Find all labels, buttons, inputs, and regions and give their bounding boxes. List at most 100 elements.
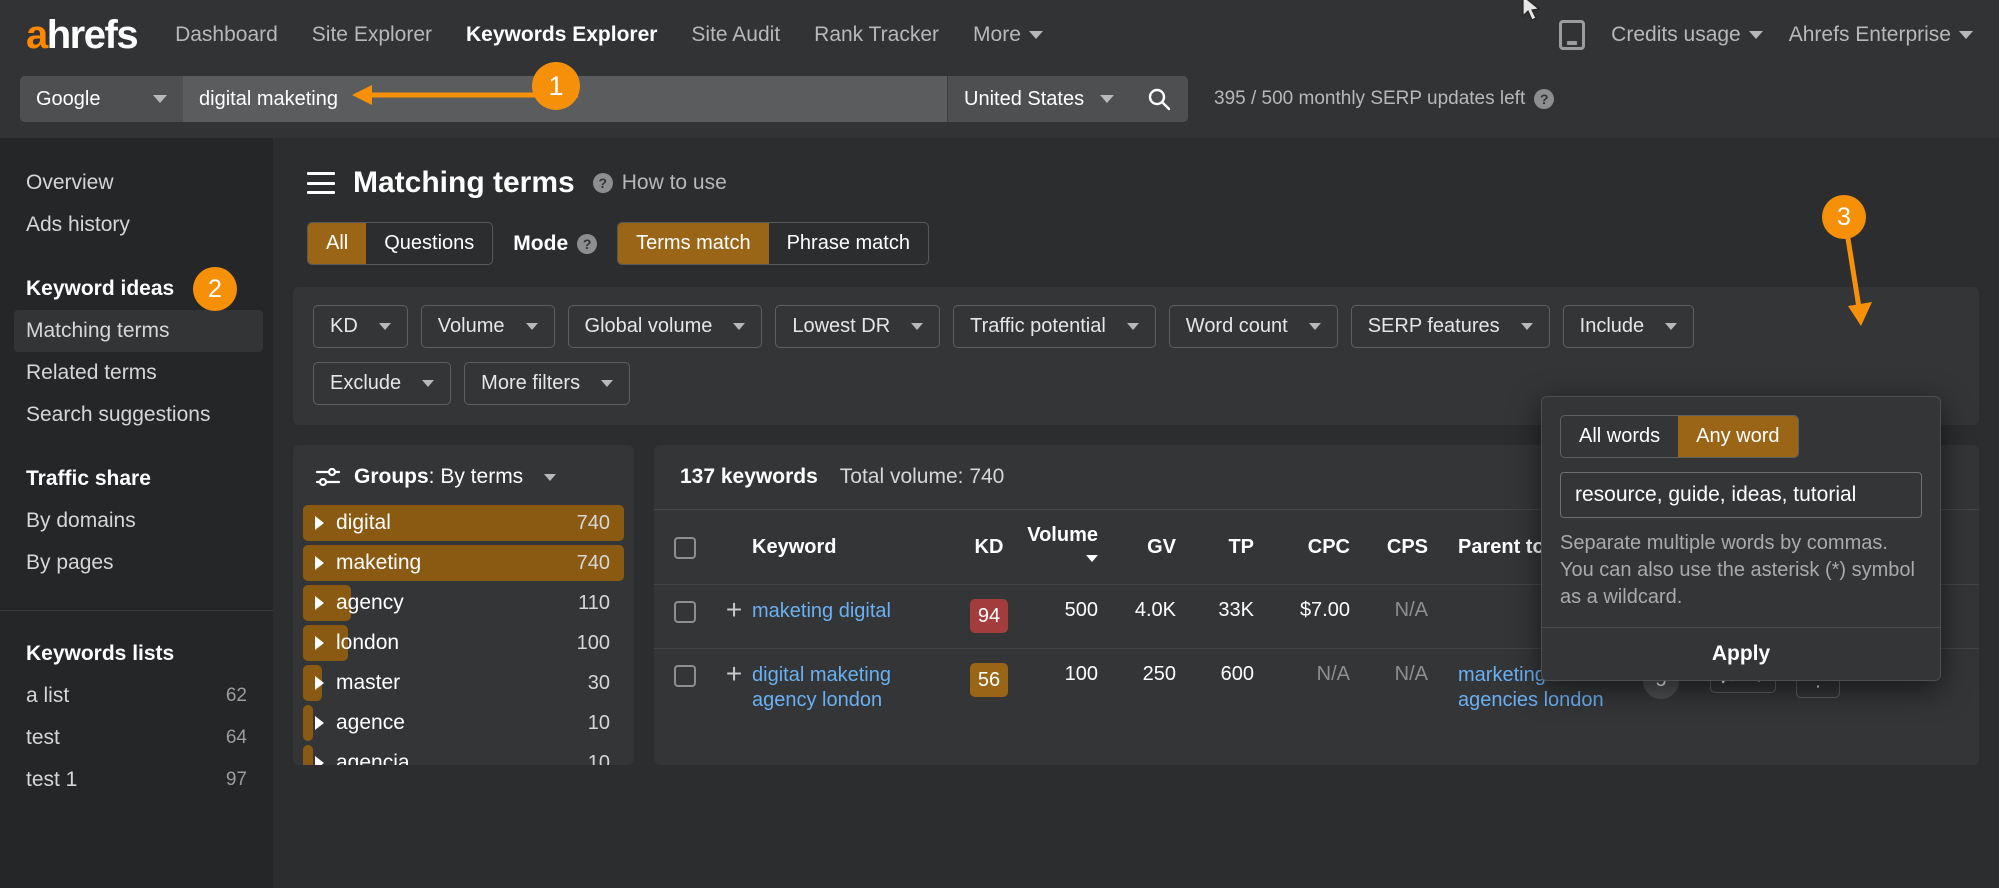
expand-triangle-icon[interactable] [315, 676, 324, 690]
include-words-input[interactable]: resource, guide, ideas, tutorial [1560, 472, 1922, 518]
group-item[interactable]: maketing 740 [303, 543, 624, 583]
group-count: 30 [587, 671, 610, 694]
column-header-tp[interactable]: TP [1182, 536, 1260, 559]
nav-link-dashboard[interactable]: Dashboard [175, 23, 278, 47]
credits-usage-menu[interactable]: Credits usage [1611, 23, 1763, 47]
cell-kd: 94 [952, 599, 1026, 633]
help-icon[interactable]: ? [1534, 89, 1555, 109]
sidebar-item-matching-terms[interactable]: Matching terms [14, 310, 263, 352]
expand-triangle-icon[interactable] [315, 756, 324, 765]
include-mode-any-word[interactable]: Any word [1678, 416, 1798, 457]
cell-tp: 33K [1218, 599, 1254, 621]
group-item[interactable]: london 100 [303, 623, 624, 663]
sidebar-item-ads-history[interactable]: Ads history [0, 204, 273, 246]
sidebar-item-by-domains[interactable]: By domains [0, 500, 273, 542]
group-item[interactable]: agencia 10 [303, 743, 624, 765]
groups-mode-select[interactable]: Groups: By terms [293, 465, 634, 503]
expand-triangle-icon[interactable] [315, 716, 324, 730]
country-select[interactable]: United States [947, 76, 1130, 122]
expand-triangle-icon[interactable] [315, 516, 324, 530]
tab-phrase-match[interactable]: Phrase match [769, 223, 928, 264]
include-apply-button[interactable]: Apply [1542, 627, 1940, 680]
filter-more-filters-button[interactable]: More filters [464, 362, 631, 405]
search-query-input[interactable]: digital maketing [183, 76, 947, 122]
sidebar-toggle-icon[interactable] [307, 172, 335, 194]
sidebar-divider [0, 610, 273, 611]
group-item[interactable]: agency 110 [303, 583, 624, 623]
filter-lowest-dr-button[interactable]: Lowest DR [775, 305, 941, 348]
chevron-down-icon [378, 323, 391, 330]
filter-word-count-button[interactable]: Word count [1168, 305, 1338, 348]
main-header: Matching terms ? How to use [273, 138, 1999, 200]
list-count: 64 [225, 727, 247, 748]
how-to-use-label: How to use [621, 171, 727, 194]
filter-serp-features-button[interactable]: SERP features [1350, 305, 1550, 348]
nav-link-more[interactable]: More [973, 23, 1043, 47]
expand-triangle-icon[interactable] [315, 596, 324, 610]
column-header-gv[interactable]: GV [1104, 536, 1182, 559]
groups-panel: Groups: By terms digital 740 maketing 740 ag… [293, 445, 634, 765]
nav-link-rank-tracker[interactable]: Rank Tracker [814, 23, 939, 47]
group-count: 740 [576, 551, 610, 574]
serp-updates-text: 395 / 500 monthly SERP updates left [1214, 88, 1526, 109]
keyword-link[interactable]: maketing digital [752, 599, 952, 624]
tab-questions[interactable]: Questions [366, 223, 492, 264]
group-name: agency [336, 591, 404, 614]
include-filter-button[interactable]: Include [1562, 305, 1695, 348]
sidebar-item-overview[interactable]: Overview [0, 162, 273, 204]
account-menu[interactable]: Ahrefs Enterprise [1789, 23, 1973, 47]
expand-triangle-icon[interactable] [315, 556, 324, 570]
column-header-cpc[interactable]: CPC [1260, 536, 1356, 559]
nav-link-keywords-explorer[interactable]: Keywords Explorer [466, 23, 657, 47]
filter-label: Exclude [330, 372, 402, 394]
filter-volume-button[interactable]: Volume [420, 305, 555, 348]
scope-tab-group: All Questions [307, 222, 494, 265]
search-engine-select[interactable]: Google [20, 76, 183, 122]
sidebar-item-related-terms[interactable]: Related terms [0, 352, 273, 394]
account-label: Ahrefs Enterprise [1788, 23, 1951, 46]
select-all-cell [654, 535, 716, 559]
filter-label: Volume [437, 315, 505, 337]
add-to-list-button[interactable]: + [716, 596, 752, 624]
include-mode-group: All words Any word [1560, 415, 1799, 458]
chevron-down-icon [544, 473, 557, 481]
tab-all[interactable]: All [308, 223, 367, 264]
column-header-volume[interactable]: Volume [1026, 524, 1104, 570]
list-label: test [26, 726, 60, 749]
nav-link-site-explorer[interactable]: Site Explorer [312, 23, 432, 47]
column-header-cps[interactable]: CPS [1356, 536, 1434, 559]
help-icon[interactable]: ? [577, 233, 598, 254]
search-submit-button[interactable] [1130, 76, 1188, 122]
expand-triangle-icon[interactable] [315, 636, 324, 650]
column-header-keyword[interactable]: Keyword [752, 536, 952, 559]
row-checkbox[interactable] [674, 665, 696, 687]
chevron-down-icon [1959, 31, 1973, 40]
group-item[interactable]: digital 740 [303, 503, 624, 543]
sidebar-list-item-test-1[interactable]: test 1 97 [0, 759, 273, 801]
cell-keyword: digital maketing agency london [752, 663, 952, 713]
group-item[interactable]: agence 10 [303, 703, 624, 743]
row-checkbox[interactable] [674, 601, 696, 623]
add-to-list-button[interactable]: + [716, 660, 752, 688]
how-to-use-link[interactable]: ? How to use [592, 171, 727, 195]
tab-terms-match[interactable]: Terms match [618, 223, 769, 264]
groups-list: digital 740 maketing 740 agency 110 london 100 m… [293, 503, 634, 765]
filter-traffic-potential-button[interactable]: Traffic potential [953, 305, 1156, 348]
filter-label: Lowest DR [792, 315, 891, 337]
mobile-device-icon[interactable] [1559, 20, 1586, 50]
filter-exclude-button[interactable]: Exclude [313, 362, 452, 405]
cell-tp: 600 [1220, 663, 1254, 685]
sidebar-list-item-a-list[interactable]: a list 62 [0, 675, 273, 717]
keyword-link[interactable]: digital maketing agency london [752, 663, 952, 713]
include-mode-all-words[interactable]: All words [1561, 416, 1678, 457]
filter-kd-button[interactable]: KD [313, 305, 408, 348]
ahrefs-logo[interactable]: ahrefs [26, 15, 139, 55]
group-item[interactable]: master 30 [303, 663, 624, 703]
sidebar-item-by-pages[interactable]: By pages [0, 542, 273, 584]
sidebar-list-item-test[interactable]: test 64 [0, 717, 273, 759]
select-all-checkbox[interactable] [674, 537, 696, 559]
sidebar-item-search-suggestions[interactable]: Search suggestions [0, 394, 273, 436]
nav-link-site-audit[interactable]: Site Audit [691, 23, 780, 47]
filter-global-volume-button[interactable]: Global volume [567, 305, 763, 348]
column-header-kd[interactable]: KD [952, 536, 1026, 559]
